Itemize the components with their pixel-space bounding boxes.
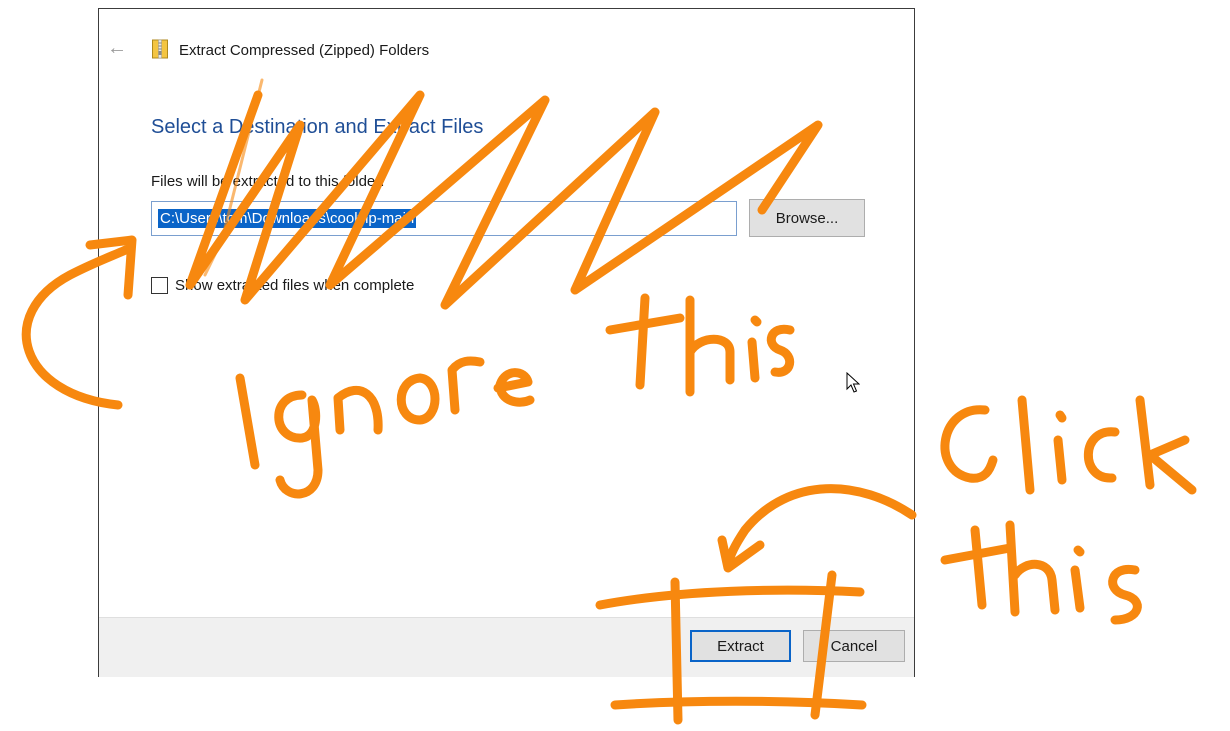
extract-button[interactable]: Extract: [690, 630, 791, 662]
destination-label: Files will be extracted to this folder:: [151, 173, 385, 190]
show-files-label[interactable]: Show extracted files when complete: [175, 277, 414, 294]
page-heading: Select a Destination and Extract Files: [151, 116, 484, 138]
zip-folder-icon: [152, 39, 168, 59]
extract-box-bottom: [610, 696, 867, 710]
browse-button[interactable]: Browse...: [749, 199, 865, 237]
destination-path-input[interactable]: C:\Users\tom\Downloads\coolflip-main: [151, 201, 737, 236]
mouse-pointer-icon: [846, 372, 860, 393]
click-this-scribble-text: [940, 395, 1197, 625]
screenshot-stage: ← Extract Compressed (Zipped) Folders Se…: [0, 0, 1230, 731]
cancel-button[interactable]: Cancel: [803, 630, 905, 662]
show-files-checkbox[interactable]: [151, 277, 168, 294]
destination-path-text: C:\Users\tom\Downloads\coolflip-main: [158, 209, 417, 228]
extract-dialog: ← Extract Compressed (Zipped) Folders Se…: [98, 8, 915, 677]
dialog-title: Extract Compressed (Zipped) Folders: [179, 42, 430, 59]
back-arrow-icon[interactable]: ←: [107, 38, 127, 58]
dialog-footer: [99, 617, 914, 677]
